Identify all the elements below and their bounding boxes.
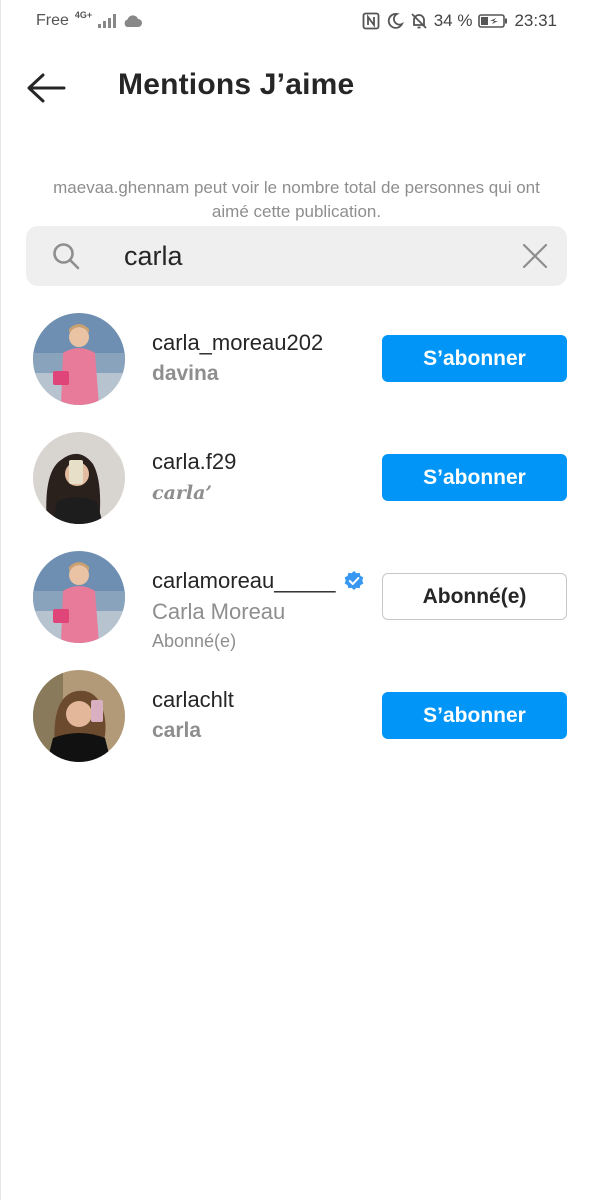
moon-icon: [387, 13, 404, 29]
carrier-label: Free: [36, 12, 69, 29]
follow-button[interactable]: S’abonner: [382, 692, 567, 739]
avatar[interactable]: [33, 551, 125, 643]
username-text[interactable]: carlachlt: [152, 685, 234, 715]
username-text[interactable]: carla.f29: [152, 447, 236, 477]
status-left: Free 4G+: [36, 10, 143, 30]
page-title: Mentions J’aime: [118, 68, 355, 101]
signal-icon: [98, 14, 117, 28]
user-info: carlamoreau_____ Carla Moreau Abonné(e): [152, 566, 382, 654]
avatar[interactable]: [33, 670, 125, 762]
verified-badge-icon: [345, 571, 364, 590]
nfc-icon: [362, 12, 380, 30]
avatar[interactable]: [33, 313, 125, 405]
follow-button[interactable]: S’abonner: [382, 454, 567, 501]
status-bar: Free 4G+ 34 % 23:31: [0, 0, 593, 42]
list-item[interactable]: carla_moreau202 davina S’abonner: [0, 310, 593, 429]
network-type: 4G+: [74, 10, 93, 20]
username-text[interactable]: carla_moreau202: [152, 328, 323, 358]
cloud-icon: [124, 15, 143, 27]
user-info: carla_moreau202 davina: [152, 328, 372, 390]
following-button[interactable]: Abonné(e): [382, 573, 567, 620]
bell-muted-icon: [411, 13, 427, 29]
full-name: Carla Moreau: [152, 599, 286, 624]
clock: 23:31: [514, 11, 557, 30]
search-icon: [53, 243, 80, 270]
search-bar: [26, 226, 567, 286]
full-name: carla: [152, 719, 202, 742]
search-input[interactable]: [124, 226, 504, 286]
username[interactable]: carlamoreau_____: [152, 566, 382, 596]
status-right: 34 % 23:31: [362, 11, 557, 31]
username[interactable]: carlachlt: [152, 685, 372, 715]
avatar[interactable]: [33, 432, 125, 524]
follow-status-label: Abonné(e): [152, 631, 237, 651]
user-info: carlachlt carla: [152, 685, 372, 747]
full-name: davina: [152, 362, 219, 385]
list-item[interactable]: carlamoreau_____ Carla Moreau Abonné(e) …: [0, 548, 593, 667]
follow-button[interactable]: S’abonner: [382, 335, 567, 382]
list-item[interactable]: carla.f29 carla’ S’abonner: [0, 429, 593, 548]
user-info: carla.f29 carla’: [152, 447, 372, 509]
back-button[interactable]: [24, 68, 68, 108]
back-arrow-icon: [27, 73, 66, 103]
list-item[interactable]: carlachlt carla S’abonner: [0, 667, 593, 786]
battery-icon: [478, 14, 508, 28]
username[interactable]: carla_moreau202: [152, 328, 372, 358]
username[interactable]: carla.f29: [152, 447, 372, 477]
likes-visibility-note: maevaa.ghennam peut voir le nombre total…: [53, 178, 540, 221]
username-text[interactable]: carlamoreau_____: [152, 566, 335, 596]
clear-search-icon[interactable]: [521, 242, 549, 270]
battery-percent: 34 %: [433, 11, 473, 30]
full-name: carla’: [152, 482, 213, 504]
header: Mentions J’aime: [0, 60, 593, 116]
user-list: carla_moreau202 davina S’abonner carla.f…: [0, 310, 593, 786]
